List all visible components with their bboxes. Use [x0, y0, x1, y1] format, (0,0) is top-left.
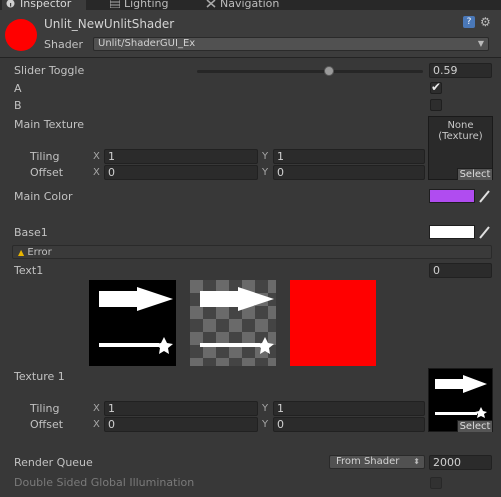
chevron-down-icon: ▼	[477, 39, 484, 48]
slider-track[interactable]	[197, 70, 423, 73]
tab-bar: Inspector Lighting Navigation	[0, 0, 501, 10]
main-color-label: Main Color	[14, 190, 73, 203]
tiling-label: Tiling	[30, 402, 60, 415]
offset-x-label: X	[93, 419, 100, 430]
offset-x-field[interactable]: 0	[104, 417, 258, 432]
texture-preview-alpha	[190, 280, 276, 366]
double-sided-gi-checkbox[interactable]	[430, 477, 442, 489]
material-preview-icon	[5, 19, 37, 51]
tab-label: Navigation	[220, 0, 280, 10]
eyedropper-icon[interactable]	[478, 188, 492, 204]
eyedropper-icon[interactable]	[478, 224, 492, 240]
tiling-x-field[interactable]: 1	[104, 149, 258, 164]
b-label: B	[14, 99, 22, 112]
tiling-y-label: Y	[262, 151, 269, 162]
texture-type-text: (Texture)	[438, 131, 483, 142]
shader-label: Shader	[44, 38, 83, 51]
tiling-y-field[interactable]: 1	[273, 149, 425, 164]
lighting-icon	[109, 0, 121, 9]
render-queue-label: Render Queue	[14, 456, 93, 469]
error-helpbox: ▲ Error	[12, 245, 492, 259]
tiling-y-field[interactable]: 1	[273, 401, 425, 416]
shader-dropdown[interactable]: Unlit/ShaderGUI_Ex ▼	[93, 37, 489, 51]
offset-y-field[interactable]: 0	[273, 417, 425, 432]
texture-none-text: None	[447, 120, 474, 131]
main-texture-slot[interactable]: None (Texture) Select	[428, 116, 493, 180]
color-preview-red	[290, 280, 376, 366]
double-sided-gi-label: Double Sided Global Illumination	[14, 476, 195, 489]
texture1-slot[interactable]: Select	[428, 368, 493, 432]
offset-y-label: Y	[262, 419, 269, 430]
offset-y-field[interactable]: 0	[273, 165, 425, 180]
a-checkbox[interactable]: ✔	[430, 80, 442, 94]
info-icon	[6, 0, 16, 8]
render-queue-field[interactable]: 2000	[429, 455, 492, 470]
updown-arrow-icon: ⬍	[413, 457, 420, 466]
settings-icon[interactable]: ⚙	[480, 15, 494, 29]
a-label: A	[14, 82, 22, 95]
offset-y-label: Y	[262, 167, 269, 178]
main-texture-select-button[interactable]: Select	[457, 168, 492, 180]
offset-x-field[interactable]: 0	[104, 165, 258, 180]
material-title: Unlit_NewUnlitShader	[44, 17, 175, 31]
base1-label: Base1	[14, 226, 48, 239]
texture1-label: Texture 1	[14, 370, 65, 383]
b-checkbox[interactable]	[430, 99, 442, 111]
offset-x-label: X	[93, 167, 100, 178]
main-color-swatch[interactable]	[429, 189, 475, 203]
tab-label: Lighting	[124, 0, 169, 10]
base1-color-swatch[interactable]	[429, 225, 475, 239]
shader-value: Unlit/ShaderGUI_Ex	[98, 38, 196, 49]
text1-field[interactable]: 0	[429, 263, 492, 278]
tiling-label: Tiling	[30, 150, 60, 163]
tab-navigation[interactable]: Navigation	[206, 0, 279, 10]
navigation-icon	[206, 0, 216, 8]
render-queue-dropdown-value: From Shader	[336, 456, 400, 467]
tab-label: Inspector	[20, 0, 72, 10]
tab-lighting[interactable]: Lighting	[109, 0, 169, 10]
slider-value-field[interactable]: 0.59	[429, 63, 492, 78]
warning-icon: ▲	[18, 248, 25, 257]
tiling-x-label: X	[93, 151, 100, 162]
tiling-y-label: Y	[262, 403, 269, 414]
error-text: Error	[27, 247, 52, 258]
offset-label: Offset	[30, 418, 64, 431]
texture1-select-button[interactable]: Select	[457, 420, 492, 432]
help-icon[interactable]: ?	[463, 16, 475, 28]
tab-inspector[interactable]: Inspector	[2, 0, 86, 10]
texture-preview-rgb	[89, 280, 176, 366]
slider-thumb[interactable]	[324, 66, 335, 76]
text1-label: Text1	[14, 264, 44, 277]
offset-label: Offset	[30, 166, 64, 179]
tiling-x-field[interactable]: 1	[104, 401, 258, 416]
render-queue-dropdown[interactable]: From Shader ⬍	[329, 455, 425, 469]
tiling-x-label: X	[93, 403, 100, 414]
checkmark-icon: ✔	[431, 80, 442, 94]
main-texture-label: Main Texture	[14, 118, 85, 131]
slider-toggle-label: Slider Toggle	[14, 64, 85, 77]
